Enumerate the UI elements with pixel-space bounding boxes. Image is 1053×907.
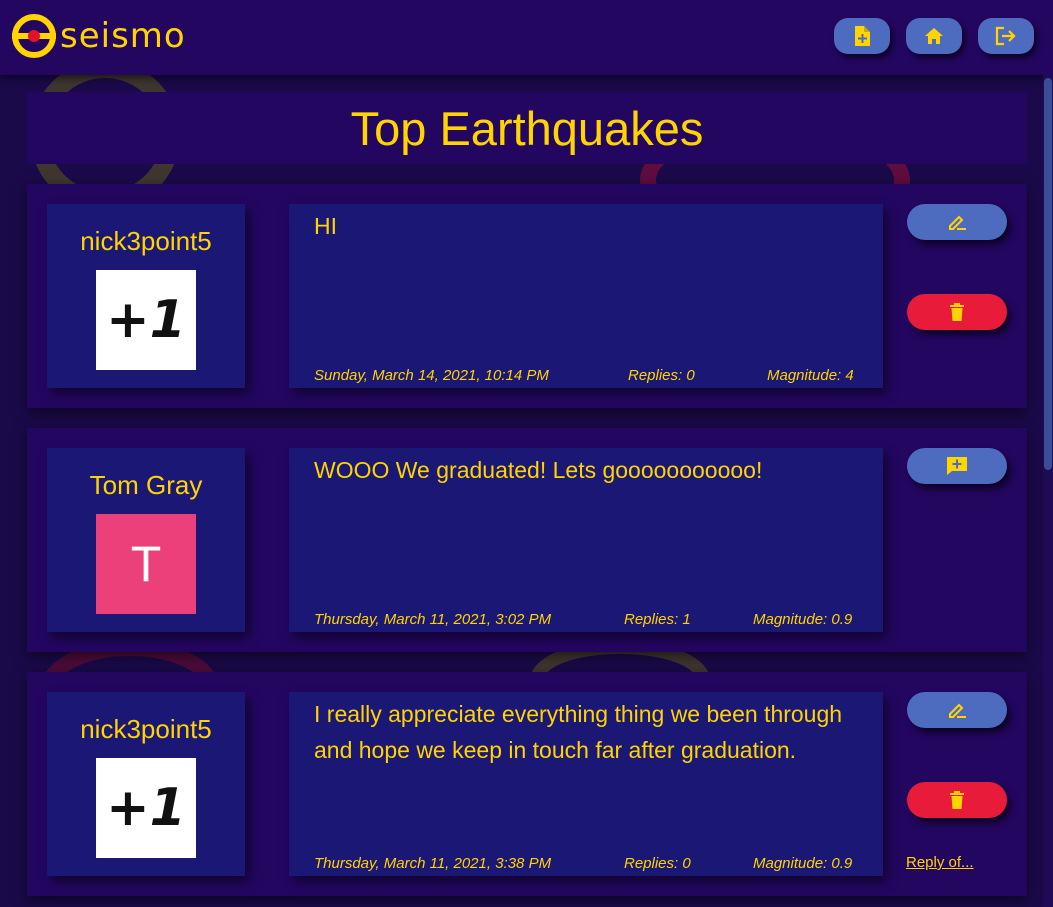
post-message: HI	[314, 213, 337, 239]
post-message-panel[interactable]: I really appreciate everything thing we …	[289, 692, 883, 876]
post-author: nick3point5 +1	[47, 692, 245, 876]
delete-post-button[interactable]	[907, 294, 1007, 330]
brand-name: seismo	[60, 16, 186, 56]
post-author: nick3point5 +1	[47, 204, 245, 388]
post-message-panel[interactable]: WOOO We graduated! Lets gooooooooooo! Th…	[289, 448, 883, 632]
edit-post-button[interactable]	[907, 692, 1007, 728]
home-button[interactable]	[906, 18, 962, 54]
post-message: WOOO We graduated! Lets gooooooooooo!	[314, 457, 763, 483]
logout-icon	[995, 26, 1016, 46]
author-name[interactable]: nick3point5	[80, 226, 212, 260]
post-message-panel[interactable]: HI Sunday, March 14, 2021, 10:14 PM Repl…	[289, 204, 883, 388]
trash-icon	[950, 791, 964, 809]
pencil-icon	[949, 703, 966, 718]
post-replies: Replies: 0	[628, 367, 695, 384]
author-name[interactable]: Tom Gray	[90, 470, 203, 504]
post-date: Thursday, March 11, 2021, 3:02 PM	[314, 611, 552, 628]
new-post-button[interactable]	[834, 18, 890, 54]
avatar: T	[96, 514, 196, 614]
delete-post-button[interactable]	[907, 782, 1007, 818]
page-title: Top Earthquakes	[350, 101, 704, 155]
post-card: Tom Gray T WOOO We graduated! Lets goooo…	[27, 428, 1027, 652]
avatar: +1	[96, 270, 196, 370]
post-magnitude: Magnitude: 0.9	[753, 611, 853, 628]
trash-icon	[950, 303, 964, 321]
edit-post-button[interactable]	[907, 204, 1007, 240]
post-date: Sunday, March 14, 2021, 10:14 PM	[314, 367, 549, 384]
post-replies: Replies: 1	[624, 611, 691, 628]
document-plus-icon	[855, 26, 870, 46]
seismo-logo-icon	[12, 14, 56, 58]
home-icon	[925, 28, 943, 44]
pencil-icon	[949, 215, 966, 230]
post-date: Thursday, March 11, 2021, 3:38 PM	[314, 855, 552, 872]
avatar: +1	[96, 758, 196, 858]
post-message: I really appreciate everything thing we …	[314, 701, 843, 763]
add-comment-icon	[947, 457, 967, 475]
top-navbar: seismo	[0, 0, 1053, 75]
post-card: nick3point5 +1 I really appreciate every…	[27, 672, 1027, 896]
post-card: nick3point5 +1 HI Sunday, March 14, 2021…	[27, 184, 1027, 408]
post-magnitude: Magnitude: 0.9	[753, 855, 853, 872]
reply-post-button[interactable]	[907, 448, 1007, 484]
post-replies: Replies: 0	[624, 855, 691, 872]
page-title-bar: Top Earthquakes	[27, 92, 1027, 164]
author-name[interactable]: nick3point5	[80, 714, 212, 748]
logout-button[interactable]	[978, 18, 1034, 54]
seismo-logo[interactable]: seismo	[12, 14, 186, 58]
post-author: Tom Gray T	[47, 448, 245, 632]
post-magnitude: Magnitude: 4	[767, 367, 854, 384]
scrollbar-thumb[interactable]	[1044, 78, 1052, 470]
reply-of-link[interactable]: Reply of...	[906, 854, 974, 871]
